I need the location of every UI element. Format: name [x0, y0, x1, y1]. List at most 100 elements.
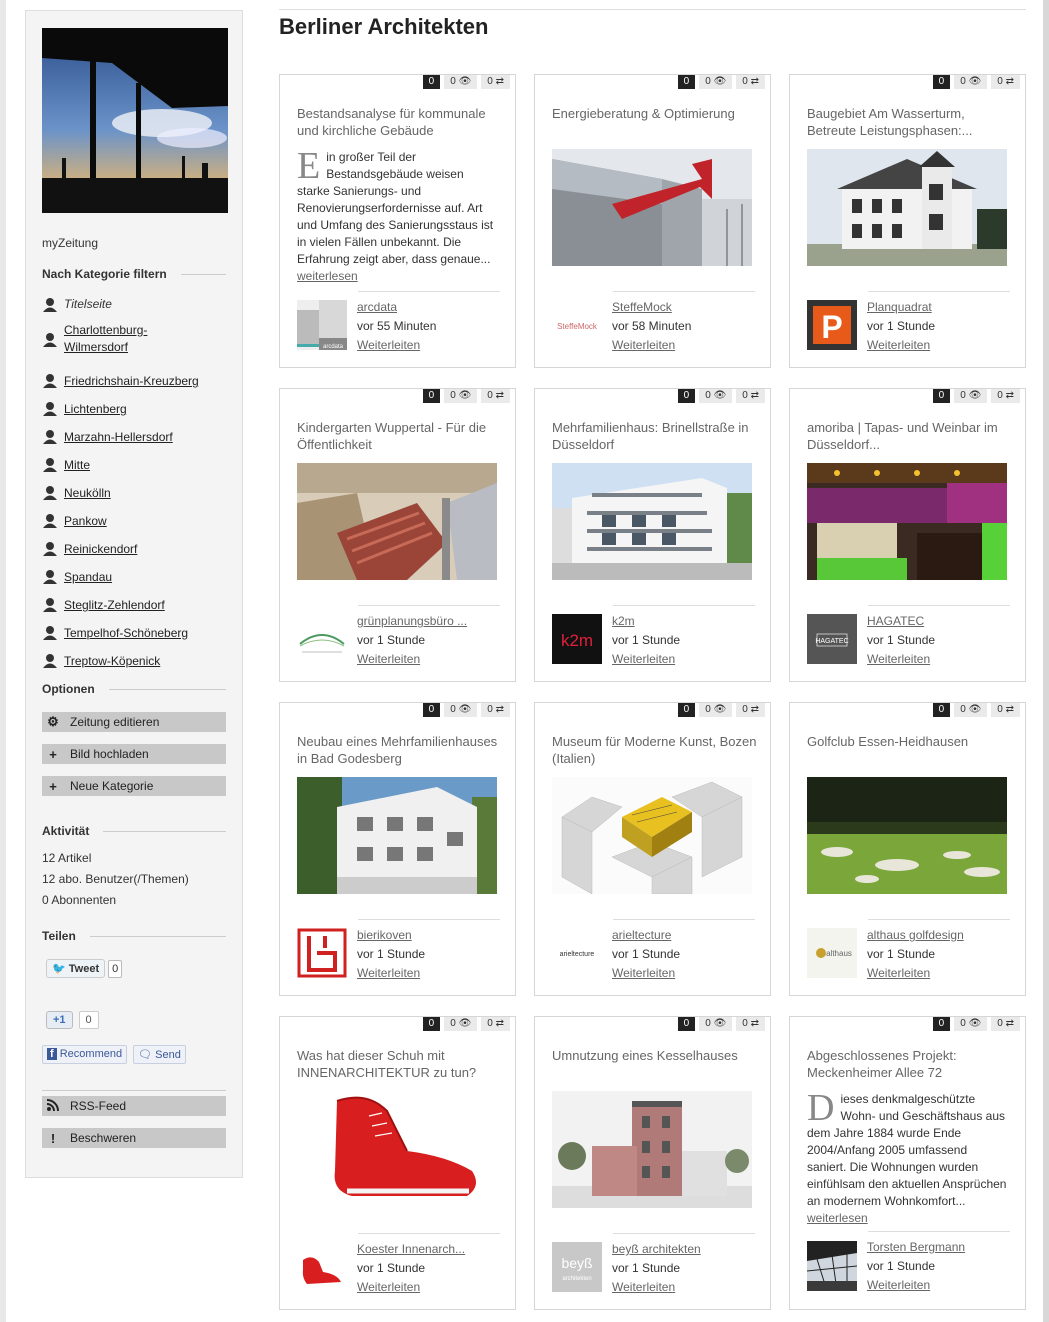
share-count[interactable]: 0 ⇄: [991, 1017, 1020, 1031]
category-link[interactable]: Steglitz-Zehlendorf: [64, 597, 165, 614]
source-link[interactable]: k2m: [612, 612, 680, 631]
category-item[interactable]: Pankow: [42, 513, 107, 530]
article-title[interactable]: Golfclub Essen-Heidhausen: [807, 733, 1012, 750]
forward-link[interactable]: Weiterleiten: [867, 964, 964, 983]
share-count[interactable]: 0 ⇄: [481, 75, 510, 89]
comment-count[interactable]: 0: [422, 703, 441, 717]
article-image[interactable]: [552, 463, 752, 580]
source-link[interactable]: SteffeMock: [612, 298, 691, 317]
share-count[interactable]: 0 ⇄: [991, 75, 1020, 89]
edit-newspaper-button[interactable]: ⚙ Zeitung editieren: [42, 712, 226, 732]
read-more-link[interactable]: weiterlesen: [297, 269, 358, 283]
comment-count[interactable]: 0: [932, 703, 951, 717]
rss-feed-button[interactable]: RSS-Feed: [42, 1096, 226, 1116]
forward-link[interactable]: Weiterleiten: [357, 650, 467, 669]
article-image[interactable]: [297, 777, 497, 894]
category-link[interactable]: Reinickendorf: [64, 541, 137, 558]
share-count[interactable]: 0 ⇄: [481, 703, 510, 717]
new-category-button[interactable]: + Neue Kategorie: [42, 776, 226, 796]
comment-count[interactable]: 0: [422, 75, 441, 89]
upload-image-button[interactable]: + Bild hochladen: [42, 744, 226, 764]
category-item[interactable]: Marzahn-Hellersdorf: [42, 429, 173, 446]
forward-link[interactable]: Weiterleiten: [357, 336, 436, 355]
category-item[interactable]: Friedrichshain-Kreuzberg: [42, 373, 199, 390]
source-link[interactable]: Koester Innenarch...: [357, 1240, 465, 1259]
complain-button[interactable]: ! Beschweren: [42, 1128, 226, 1148]
forward-link[interactable]: Weiterleiten: [867, 336, 935, 355]
category-link[interactable]: Charlottenburg-Wilmersdorf: [64, 322, 159, 356]
category-item[interactable]: Neukölln: [42, 485, 111, 502]
category-item[interactable]: Steglitz-Zehlendorf: [42, 597, 165, 614]
share-count[interactable]: 0 ⇄: [736, 1017, 765, 1031]
comment-count[interactable]: 0: [677, 389, 696, 403]
forward-link[interactable]: Weiterleiten: [612, 650, 680, 669]
source-link[interactable]: althaus golfdesign: [867, 926, 964, 945]
category-link[interactable]: Friedrichshain-Kreuzberg: [64, 373, 199, 390]
category-link[interactable]: Tempelhof-Schöneberg: [64, 625, 188, 642]
read-more-link[interactable]: weiterlesen: [807, 1211, 868, 1225]
comment-count[interactable]: 0: [932, 75, 951, 89]
send-button[interactable]: 🗨 Send: [133, 1045, 186, 1064]
source-link[interactable]: Planquadrat: [867, 298, 935, 317]
article-title[interactable]: Baugebiet Am Wasserturm, Betreute Leistu…: [807, 105, 1012, 139]
source-link[interactable]: grünplanungsbüro ...: [357, 612, 467, 631]
source-link[interactable]: bierikoven: [357, 926, 425, 945]
category-item[interactable]: Treptow-Köpenick: [42, 653, 160, 670]
source-link[interactable]: arieltecture: [612, 926, 680, 945]
category-item[interactable]: Spandau: [42, 569, 112, 586]
comment-count[interactable]: 0: [422, 1017, 441, 1031]
article-title[interactable]: amoriba | Tapas- und Weinbar im Düsseldo…: [807, 419, 1012, 453]
tweet-button[interactable]: 🐦 Tweet: [46, 959, 106, 978]
forward-link[interactable]: Weiterleiten: [612, 1278, 701, 1297]
article-image[interactable]: [807, 777, 1007, 894]
category-item[interactable]: Charlottenburg-Wilmersdorf: [42, 322, 159, 356]
source-link[interactable]: HAGATEC: [867, 612, 935, 631]
comment-count[interactable]: 0: [422, 389, 441, 403]
source-link[interactable]: arcdata: [357, 298, 436, 317]
article-title[interactable]: Abgeschlossenes Projekt: Meckenheimer Al…: [807, 1047, 1012, 1081]
comment-count[interactable]: 0: [932, 1017, 951, 1031]
forward-link[interactable]: Weiterleiten: [357, 1278, 465, 1297]
category-item[interactable]: Lichtenberg: [42, 401, 127, 418]
category-item[interactable]: Tempelhof-Schöneberg: [42, 625, 188, 642]
article-title[interactable]: Was hat dieser Schuh mit INNENARCHITEKTU…: [297, 1047, 502, 1081]
article-title[interactable]: Museum für Moderne Kunst, Bozen (Italien…: [552, 733, 757, 767]
source-link[interactable]: Torsten Bergmann: [867, 1238, 965, 1257]
share-count[interactable]: 0 ⇄: [736, 389, 765, 403]
share-count[interactable]: 0 ⇄: [481, 389, 510, 403]
category-link[interactable]: Mitte: [64, 457, 90, 474]
article-title[interactable]: Kindergarten Wuppertal - Für die Öffentl…: [297, 419, 502, 453]
article-image[interactable]: [552, 1091, 752, 1208]
article-title[interactable]: Umnutzung eines Kesselhauses: [552, 1047, 757, 1064]
article-title[interactable]: Neubau eines Mehrfamilienhauses in Bad G…: [297, 733, 502, 767]
share-count[interactable]: 0 ⇄: [736, 75, 765, 89]
gplus-button[interactable]: +1: [46, 1011, 73, 1029]
category-item[interactable]: Mitte: [42, 457, 90, 474]
article-title[interactable]: Energieberatung & Optimierung: [552, 105, 757, 122]
comment-count[interactable]: 0: [677, 703, 696, 717]
category-link[interactable]: Neukölln: [64, 485, 111, 502]
forward-link[interactable]: Weiterleiten: [612, 336, 691, 355]
article-image[interactable]: [297, 463, 497, 580]
article-image[interactable]: [807, 149, 1007, 266]
source-link[interactable]: beyß architekten: [612, 1240, 701, 1259]
forward-link[interactable]: Weiterleiten: [867, 1276, 965, 1295]
article-title[interactable]: Bestandsanalyse für kommunale und kirchl…: [297, 105, 502, 139]
category-item[interactable]: Reinickendorf: [42, 541, 137, 558]
category-link[interactable]: Pankow: [64, 513, 107, 530]
article-image[interactable]: [552, 777, 752, 894]
share-count[interactable]: 0 ⇄: [481, 1017, 510, 1031]
article-title[interactable]: Mehrfamilienhaus: Brinellstraße in Düsse…: [552, 419, 757, 453]
share-count[interactable]: 0 ⇄: [991, 389, 1020, 403]
category-label[interactable]: Titelseite: [64, 297, 112, 311]
forward-link[interactable]: Weiterleiten: [612, 964, 680, 983]
share-count[interactable]: 0 ⇄: [736, 703, 765, 717]
article-image[interactable]: [552, 149, 752, 266]
recommend-button[interactable]: f Recommend: [42, 1045, 128, 1064]
article-image[interactable]: [297, 1091, 497, 1208]
article-image[interactable]: [807, 463, 1007, 580]
forward-link[interactable]: Weiterleiten: [357, 964, 425, 983]
comment-count[interactable]: 0: [677, 1017, 696, 1031]
category-link[interactable]: Treptow-Köpenick: [64, 653, 160, 670]
category-item[interactable]: Titelseite: [42, 297, 112, 313]
